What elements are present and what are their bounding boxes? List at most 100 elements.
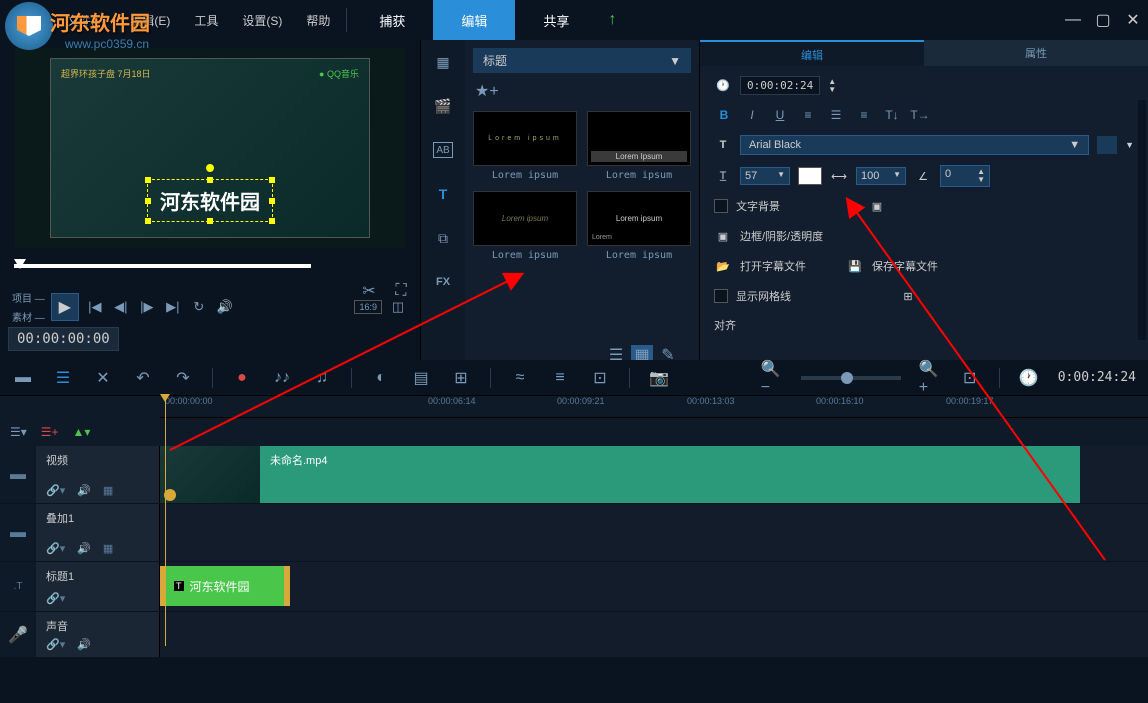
link-icon[interactable]: 🔗▾ <box>46 638 65 651</box>
text-bg-settings-icon[interactable]: ▣ <box>868 197 886 215</box>
handle-bm[interactable] <box>207 218 213 224</box>
mute-icon[interactable]: 🔊 <box>77 484 91 497</box>
text-selection-box[interactable]: 河东软件园 <box>147 179 273 222</box>
storyboard-view-icon[interactable]: ▬ <box>12 367 34 389</box>
rotation-input[interactable]: 0▲▼ <box>940 165 990 187</box>
menu-help[interactable]: 帮助 <box>294 0 342 40</box>
rtab-attr[interactable]: 属性 <box>924 40 1148 66</box>
vtab-transition-icon[interactable]: ⧉ <box>421 216 465 260</box>
lock-icon[interactable]: ▦ <box>103 484 113 497</box>
vtab-media-icon[interactable]: ▦ <box>421 40 465 84</box>
tools-icon[interactable]: ✕ <box>92 367 114 389</box>
preview-slider[interactable] <box>14 256 406 276</box>
goto-start-icon[interactable]: |◀ <box>85 297 105 317</box>
underline-button[interactable]: U <box>770 105 790 125</box>
normalize-icon[interactable]: ◐ <box>370 367 392 389</box>
audio-mixer-icon[interactable]: ♪♪ <box>271 367 293 389</box>
link-icon[interactable]: 🔗▾ <box>46 542 65 555</box>
prev-frame-icon[interactable]: ◀| <box>111 297 131 317</box>
grid-settings-icon[interactable]: ⊞ <box>899 287 917 305</box>
preview-timecode[interactable]: 00:00:00:00 <box>8 327 119 351</box>
bold-button[interactable]: B <box>714 105 734 125</box>
cut-tool-icon[interactable]: ✂ <box>358 280 380 302</box>
mute-icon[interactable]: 🔊 <box>77 542 91 555</box>
goto-end-icon[interactable]: ▶| <box>163 297 183 317</box>
chevron-down-icon[interactable]: ▼ <box>1125 140 1134 150</box>
duration-input[interactable]: 0:00:02:24 <box>740 76 820 95</box>
snapshot-icon[interactable]: 📷 <box>648 367 670 389</box>
slider-thumb[interactable] <box>14 259 26 269</box>
handle-rotate[interactable] <box>206 164 214 172</box>
font-color-extra[interactable] <box>1097 136 1117 154</box>
multi-trim-icon[interactable]: ≈ <box>509 367 531 389</box>
rtab-edit[interactable]: 编辑 <box>700 40 924 66</box>
text-overlay[interactable]: 河东软件园 <box>160 186 260 215</box>
track-manager-icon[interactable]: ⊞ <box>450 367 472 389</box>
add-track-icon[interactable]: ☰+ <box>41 425 59 439</box>
mute-icon[interactable]: 🔊 <box>77 638 91 651</box>
handle-bl[interactable] <box>145 218 151 224</box>
volume-icon[interactable]: 🔊 <box>215 297 235 317</box>
italic-button[interactable]: I <box>742 105 762 125</box>
expand-tracks-icon[interactable]: ▲▾ <box>73 425 91 439</box>
link-icon[interactable]: 🔗▾ <box>46 592 65 605</box>
expand-icon[interactable]: ⛶ <box>390 280 412 302</box>
fit-timeline-icon[interactable]: ⊡ <box>959 367 981 389</box>
title-preset-item[interactable]: Lorem ipsumLorem Lorem ipsum <box>587 191 691 261</box>
title-preset-item[interactable]: Lorem ipsum Lorem ipsum <box>473 191 577 261</box>
zoom-thumb[interactable] <box>841 372 853 384</box>
redo-icon[interactable]: ↷ <box>172 367 194 389</box>
text-color-swatch[interactable] <box>798 167 822 185</box>
track-options-icon[interactable]: ☰▾ <box>10 425 27 439</box>
font-size-input[interactable]: 57▼ <box>740 167 790 185</box>
handle-tl[interactable] <box>145 177 151 183</box>
show-grid-checkbox[interactable] <box>714 289 728 303</box>
record-icon[interactable]: ● <box>231 367 253 389</box>
minimize-button[interactable]: — <box>1058 5 1088 35</box>
font-family-select[interactable]: Arial Black▼ <box>740 135 1089 155</box>
project-label[interactable]: 项目 — <box>12 290 45 305</box>
title-clip[interactable]: T 河东软件园 <box>160 566 290 606</box>
menu-tools[interactable]: 工具 <box>182 0 230 40</box>
zoom-out-icon[interactable]: 🔍− <box>761 367 783 389</box>
open-subtitle-button[interactable]: 📂打开字幕文件 <box>714 257 806 275</box>
aspect-ratio[interactable]: 16:9 <box>354 300 382 314</box>
multicam-icon[interactable]: ⊡ <box>589 367 611 389</box>
playhead[interactable] <box>165 396 166 646</box>
motion-icon[interactable]: ▤ <box>410 367 432 389</box>
vtab-template-icon[interactable]: 🎬 <box>421 84 465 128</box>
upload-icon[interactable]: ↑ <box>597 0 627 40</box>
tab-edit[interactable]: 编辑 <box>433 0 515 40</box>
vtab-text-icon[interactable]: T <box>421 172 465 216</box>
horizontal-text-icon[interactable]: T→ <box>910 105 930 125</box>
play-button[interactable]: ▶ <box>51 293 79 321</box>
zoom-slider[interactable] <box>801 376 901 380</box>
add-favorite-icon[interactable]: ★+ <box>473 79 691 103</box>
subtitle-editor-icon[interactable]: ≡ <box>549 367 571 389</box>
line-height-input[interactable]: 100▼ <box>856 167 906 185</box>
title-preset-item[interactable]: Lorem ipsum Lorem ipsum <box>473 111 577 181</box>
timeline-ruler[interactable]: 00:00:00:00 00:00:06:14 00:00:09:21 00:0… <box>160 396 1148 418</box>
vtab-fx-icon[interactable]: FX <box>421 260 465 304</box>
title-category-dropdown[interactable]: 标题▼ <box>473 48 691 73</box>
align-left-icon[interactable]: ≡ <box>798 105 818 125</box>
menu-settings[interactable]: 设置(S) <box>230 0 294 40</box>
title-preset-item[interactable]: Lorem Ipsum Lorem ipsum <box>587 111 691 181</box>
handle-mr[interactable] <box>269 198 275 204</box>
tab-capture[interactable]: 捕获 <box>351 0 433 40</box>
text-bg-checkbox[interactable] <box>714 199 728 213</box>
vtab-ab-icon[interactable]: AB <box>433 142 453 158</box>
preview-viewport[interactable]: 超界环孩子盘 7月18日 ● QQ音乐 河东软件园 <box>15 48 405 248</box>
save-subtitle-button[interactable]: 💾保存字幕文件 <box>846 257 938 275</box>
maximize-button[interactable]: ▢ <box>1088 5 1118 35</box>
align-center-icon[interactable]: ☰ <box>826 105 846 125</box>
next-frame-icon[interactable]: |▶ <box>137 297 157 317</box>
undo-icon[interactable]: ↶ <box>132 367 154 389</box>
handle-br[interactable] <box>269 218 275 224</box>
auto-music-icon[interactable]: ♫ <box>311 367 333 389</box>
video-clip[interactable]: 未命名.mp4 <box>160 446 1080 503</box>
loop-icon[interactable]: ↻ <box>189 297 209 317</box>
align-right-icon[interactable]: ≡ <box>854 105 874 125</box>
border-shadow-link[interactable]: 边框/阴影/透明度 <box>740 228 823 244</box>
vertical-text-icon[interactable]: T↓ <box>882 105 902 125</box>
